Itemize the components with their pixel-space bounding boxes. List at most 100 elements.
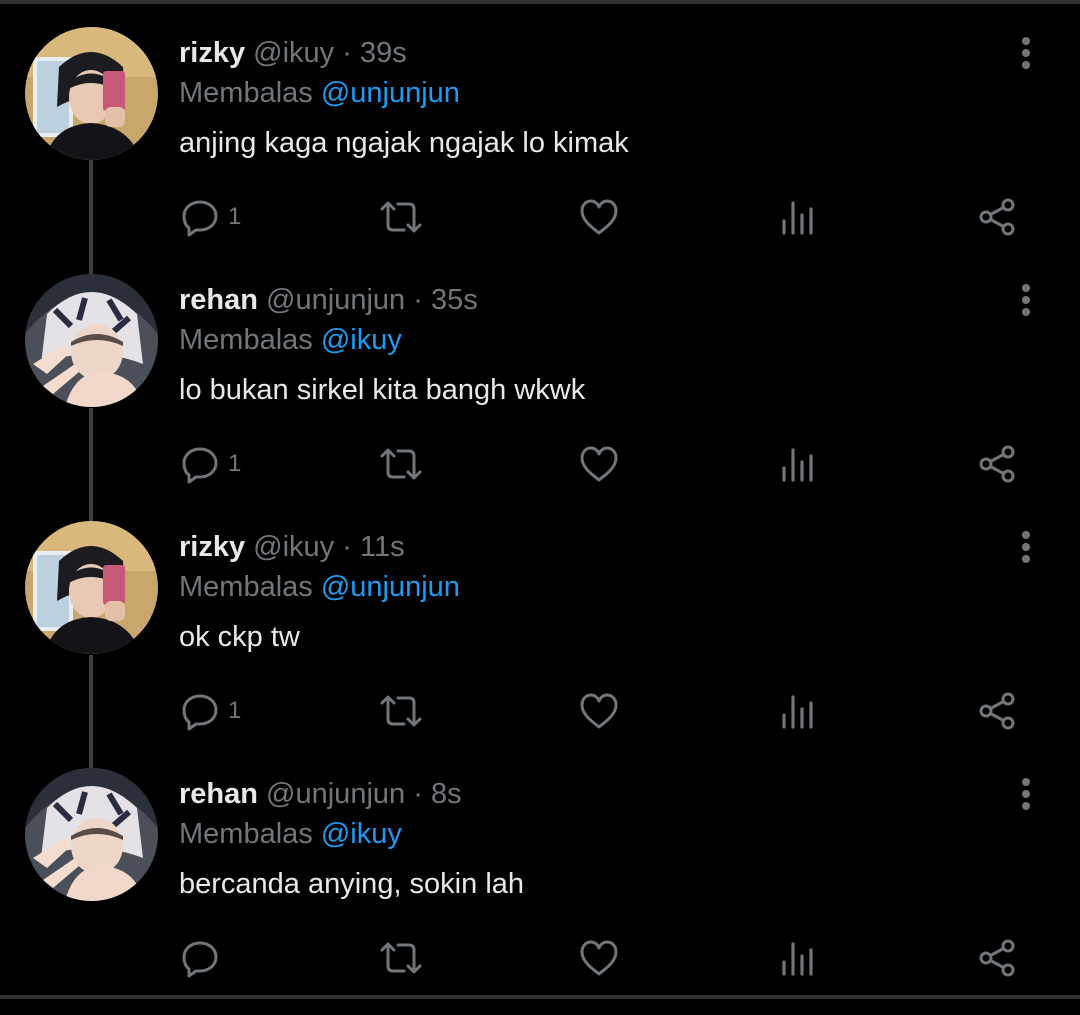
heart-icon	[580, 446, 618, 482]
like-button[interactable]	[579, 439, 619, 489]
tweet-header: rizky @ikuy · 39s	[179, 35, 407, 71]
more-options-button[interactable]	[1008, 280, 1044, 320]
tweet-actions: 1	[0, 192, 1080, 242]
tweet-header: rehan @unjunjun · 35s	[179, 282, 478, 318]
tweet-header: rehan @unjunjun · 8s	[179, 776, 462, 812]
views-button[interactable]	[780, 192, 816, 242]
views-icon	[782, 201, 813, 235]
avatar[interactable]	[25, 768, 158, 901]
reply-icon	[182, 200, 218, 237]
rehan-avatar-image	[25, 768, 158, 901]
username-handle[interactable]: @ikuy	[253, 531, 334, 563]
share-icon	[979, 939, 1015, 977]
share-button[interactable]	[977, 686, 1017, 736]
reply-button[interactable]: 1	[180, 439, 241, 489]
views-icon	[782, 942, 813, 976]
timestamp[interactable]: 11s	[360, 531, 405, 563]
retweet-icon	[380, 942, 422, 974]
replying-to: Membalas @ikuy	[179, 816, 402, 852]
tweet-text: ok ckp tw	[179, 621, 300, 653]
views-icon	[782, 448, 813, 482]
reply-button[interactable]: 1	[180, 192, 241, 242]
replying-to-label: Membalas	[179, 324, 313, 356]
like-button[interactable]	[579, 933, 619, 983]
views-button[interactable]	[780, 439, 816, 489]
views-icon	[782, 695, 813, 729]
timestamp[interactable]: 8s	[431, 778, 462, 810]
separator-dot: ·	[413, 778, 423, 810]
rizky-avatar-image	[25, 27, 158, 160]
retweet-button[interactable]	[378, 439, 424, 489]
reply-count: 1	[228, 697, 242, 724]
heart-icon	[580, 693, 618, 729]
rehan-avatar-image	[25, 274, 158, 407]
tweet-text: bercanda anying, sokin lah	[179, 868, 525, 900]
username-handle[interactable]: @unjunjun	[266, 778, 405, 810]
views-button[interactable]	[780, 686, 816, 736]
replying-to-mention[interactable]: @unjunjun	[321, 571, 460, 603]
tweet-text: lo bukan sirkel kita bangh wkwk	[179, 374, 586, 406]
more-options-button[interactable]	[1008, 774, 1044, 814]
reply-icon	[182, 447, 218, 484]
avatar[interactable]	[25, 27, 158, 160]
more-vertical-icon	[1022, 778, 1030, 810]
display-name[interactable]: rizky	[179, 531, 245, 563]
more-vertical-icon	[1022, 37, 1030, 69]
timestamp[interactable]: 39s	[360, 37, 407, 69]
reply-icon	[182, 694, 218, 731]
reply-button[interactable]: 1	[180, 686, 241, 736]
views-button[interactable]	[780, 933, 816, 983]
display-name[interactable]: rizky	[179, 37, 245, 69]
retweet-button[interactable]	[378, 192, 424, 242]
tweet-text: anjing kaga ngajak ngajak lo kimak	[179, 127, 629, 159]
username-handle[interactable]: @ikuy	[253, 37, 334, 69]
bottom-divider	[0, 995, 1080, 999]
display-name[interactable]: rehan	[179, 284, 258, 316]
retweet-icon	[380, 201, 422, 233]
replying-to-label: Membalas	[179, 818, 313, 850]
replying-to-mention[interactable]: @ikuy	[321, 818, 402, 850]
display-name[interactable]: rehan	[179, 778, 258, 810]
more-vertical-icon	[1022, 531, 1030, 563]
replying-to-mention[interactable]: @ikuy	[321, 324, 402, 356]
avatar[interactable]	[25, 521, 158, 654]
tweet[interactable]: rehan @unjunjun · 35s Membalas @ikuy lo …	[0, 274, 1080, 521]
more-options-button[interactable]	[1008, 33, 1044, 73]
tweet-actions: 1	[0, 439, 1080, 489]
replying-to-mention[interactable]: @unjunjun	[321, 77, 460, 109]
reply-count: 1	[228, 203, 242, 230]
share-button[interactable]	[977, 192, 1017, 242]
rizky-avatar-image	[25, 521, 158, 654]
like-button[interactable]	[579, 686, 619, 736]
tweet[interactable]: rizky @ikuy · 11s Membalas @unjunjun ok …	[0, 521, 1080, 768]
reply-button[interactable]	[180, 933, 228, 983]
retweet-button[interactable]	[378, 933, 424, 983]
share-icon	[979, 692, 1015, 730]
replying-to: Membalas @unjunjun	[179, 569, 460, 605]
tweet-actions: 1	[0, 686, 1080, 736]
retweet-icon	[380, 695, 422, 727]
share-button[interactable]	[977, 933, 1017, 983]
tweet-actions	[0, 933, 1080, 983]
heart-icon	[580, 199, 618, 235]
share-icon	[979, 198, 1015, 236]
heart-icon	[580, 940, 618, 976]
share-button[interactable]	[977, 439, 1017, 489]
reply-icon	[182, 941, 218, 978]
replying-to-label: Membalas	[179, 77, 313, 109]
tweet[interactable]: rehan @unjunjun · 8s Membalas @ikuy berc…	[0, 768, 1080, 1015]
top-divider	[0, 0, 1080, 4]
replying-to-label: Membalas	[179, 571, 313, 603]
replying-to: Membalas @ikuy	[179, 322, 402, 358]
username-handle[interactable]: @unjunjun	[266, 284, 405, 316]
tweet-header: rizky @ikuy · 11s	[179, 529, 405, 565]
separator-dot: ·	[342, 37, 352, 69]
like-button[interactable]	[579, 192, 619, 242]
avatar[interactable]	[25, 274, 158, 407]
more-vertical-icon	[1022, 284, 1030, 316]
retweet-button[interactable]	[378, 686, 424, 736]
tweet[interactable]: rizky @ikuy · 39s Membalas @unjunjun anj…	[0, 27, 1080, 274]
replying-to: Membalas @unjunjun	[179, 75, 460, 111]
more-options-button[interactable]	[1008, 527, 1044, 567]
timestamp[interactable]: 35s	[431, 284, 478, 316]
